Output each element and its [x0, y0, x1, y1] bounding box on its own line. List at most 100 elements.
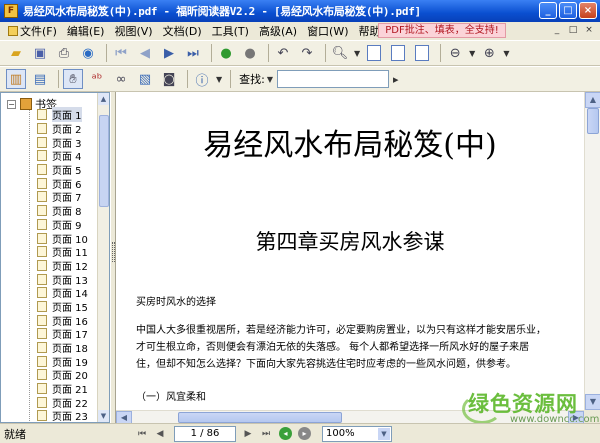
page-icon: [37, 218, 47, 230]
scroll-up-arrow-icon[interactable]: ▲: [98, 93, 109, 105]
menu-window[interactable]: 窗口(W): [302, 23, 353, 39]
prev-page-button[interactable]: ◀: [135, 43, 155, 63]
status-forward-button[interactable]: ▸: [298, 427, 311, 440]
bookmark-item[interactable]: 页面 9: [37, 218, 88, 232]
page-number-input[interactable]: 1 / 86: [174, 425, 236, 442]
bookmark-item[interactable]: 页面 17: [37, 327, 88, 341]
thumbnails-panel-button[interactable]: ▤: [30, 69, 50, 89]
zoom-out-button[interactable]: ⊖: [445, 43, 465, 63]
text-select-button[interactable]: ᵃᵇ: [87, 69, 107, 89]
zoom-in-button[interactable]: ⊕: [479, 43, 499, 63]
last-page-icon: ⏭: [261, 428, 271, 439]
bookmark-item[interactable]: 页面 2: [37, 122, 88, 136]
scroll-down-arrow-icon[interactable]: ▼: [98, 410, 109, 422]
open-button[interactable]: ▰: [6, 43, 26, 63]
bookmark-item[interactable]: 页面 22: [37, 395, 88, 410]
bookmark-item[interactable]: 页面 7: [37, 190, 88, 204]
find-next-icon[interactable]: ▸: [393, 73, 399, 86]
menu-file[interactable]: 文件(F): [3, 23, 62, 39]
bookmark-item[interactable]: 页面 3: [37, 135, 88, 150]
close-button[interactable]: ×: [579, 2, 597, 19]
bookmark-item[interactable]: 页面 18: [37, 341, 88, 355]
bookmark-item[interactable]: 页面 16: [37, 313, 88, 328]
info-dropdown-icon[interactable]: ▼: [216, 75, 222, 84]
mdi-restore-button[interactable]: □: [566, 24, 580, 37]
bookmark-item[interactable]: 页面 19: [37, 354, 88, 369]
sidebar-scroll-thumb[interactable]: [99, 115, 109, 207]
mdi-minimize-button[interactable]: _: [550, 24, 564, 37]
find-input[interactable]: [277, 70, 390, 88]
toolbar-separator: [440, 44, 442, 62]
first-page-button[interactable]: ⏮: [111, 43, 131, 63]
zoom-tool-dropdown-icon[interactable]: ▼: [354, 49, 360, 58]
zoom-in-dropdown-icon[interactable]: ▼: [503, 49, 509, 58]
bookmark-item[interactable]: 页面 23: [37, 409, 88, 422]
scroll-up-arrow-icon[interactable]: ▲: [585, 92, 600, 108]
bookmarks-panel-button[interactable]: ▥: [6, 69, 26, 89]
bookmark-item[interactable]: 页面 21: [37, 382, 88, 396]
fit-page-button[interactable]: [388, 43, 408, 63]
bookmark-item[interactable]: 页面 8: [37, 204, 88, 218]
save-button[interactable]: ▣: [30, 43, 50, 63]
camera-button[interactable]: ◙: [159, 69, 179, 89]
chevron-down-icon[interactable]: ▼: [378, 427, 390, 440]
bookmark-item[interactable]: 页面 5: [37, 163, 88, 177]
menu-document[interactable]: 文档(D): [158, 23, 207, 39]
bookmark-item[interactable]: 页面 20: [37, 368, 88, 382]
hand-tool-button[interactable]: ✋︎: [63, 69, 83, 89]
page-icon: [37, 177, 47, 189]
next-page-button[interactable]: ▶: [159, 43, 179, 63]
rotate-left-button[interactable]: ↶: [273, 43, 293, 63]
minimize-button[interactable]: _: [539, 2, 557, 19]
menu-advanced[interactable]: 高级(A): [254, 23, 302, 39]
splitter-grip[interactable]: [112, 242, 115, 262]
last-page-button[interactable]: ⏭: [183, 43, 203, 63]
printer-icon: ⎙: [58, 45, 70, 61]
zoom-out-icon: ⊖: [449, 45, 461, 61]
page-icon: [37, 123, 47, 135]
maximize-button[interactable]: □: [559, 2, 577, 19]
back-button[interactable]: ●: [216, 43, 236, 63]
bookmark-item[interactable]: 页面 6: [37, 176, 88, 191]
mdi-close-button[interactable]: ×: [582, 24, 596, 37]
rotate-right-button[interactable]: ↷: [297, 43, 317, 63]
zoom-out-dropdown-icon[interactable]: ▼: [469, 49, 475, 58]
bookmark-item[interactable]: 页面 10: [37, 231, 88, 246]
menu-edit[interactable]: 编辑(E): [62, 23, 110, 39]
mdi-controls: _ □ ×: [550, 24, 596, 37]
status-next-page-button[interactable]: ▶: [240, 426, 256, 442]
status-last-page-button[interactable]: ⏭: [258, 426, 274, 442]
zoom-tool-button[interactable]: 🔍︎: [330, 43, 350, 63]
menu-view[interactable]: 视图(V): [109, 23, 157, 39]
page-icon: [37, 109, 47, 121]
status-prev-page-button[interactable]: ◀: [152, 426, 168, 442]
vertical-scroll-thumb[interactable]: [587, 108, 599, 134]
forward-button[interactable]: ●: [240, 43, 260, 63]
back-circle-icon: ●: [220, 45, 232, 61]
bookmark-item[interactable]: 页面 14: [37, 286, 88, 300]
info-button[interactable]: ⓘ: [192, 69, 212, 89]
menu-tools[interactable]: 工具(T): [207, 23, 254, 39]
collapse-icon[interactable]: −: [7, 99, 16, 109]
horizontal-scroll-thumb[interactable]: [178, 412, 342, 423]
snapshot-button[interactable]: ▧: [135, 69, 155, 89]
status-first-page-button[interactable]: ⏮: [134, 426, 150, 442]
bookmark-item[interactable]: 页面 12: [37, 259, 88, 273]
find-tool-button[interactable]: ∞: [111, 69, 131, 89]
fit-width-button[interactable]: [412, 43, 432, 63]
document-vertical-scrollbar[interactable]: ▲ ▼: [584, 92, 600, 410]
bookmark-item[interactable]: 页面 13: [37, 272, 88, 287]
bookmark-item[interactable]: 页面 4: [37, 149, 88, 163]
bookmark-item[interactable]: 页面 15: [37, 300, 88, 314]
status-back-button[interactable]: ◂: [279, 427, 292, 440]
find-options-dropdown-icon[interactable]: ▼: [267, 75, 273, 84]
zoom-select[interactable]: 100% ▼: [322, 425, 392, 442]
print-button[interactable]: ⎙: [54, 43, 74, 63]
actual-size-button[interactable]: [364, 43, 384, 63]
bookmark-item[interactable]: 页面 1: [37, 107, 88, 123]
promo-banner[interactable]: PDF批注、填表，全支持!: [378, 23, 506, 38]
email-button[interactable]: ◉: [78, 43, 98, 63]
tree-connector: [29, 105, 30, 422]
sidebar-scrollbar[interactable]: ▲ ▼: [97, 93, 109, 422]
bookmark-item[interactable]: 页面 11: [37, 245, 88, 259]
